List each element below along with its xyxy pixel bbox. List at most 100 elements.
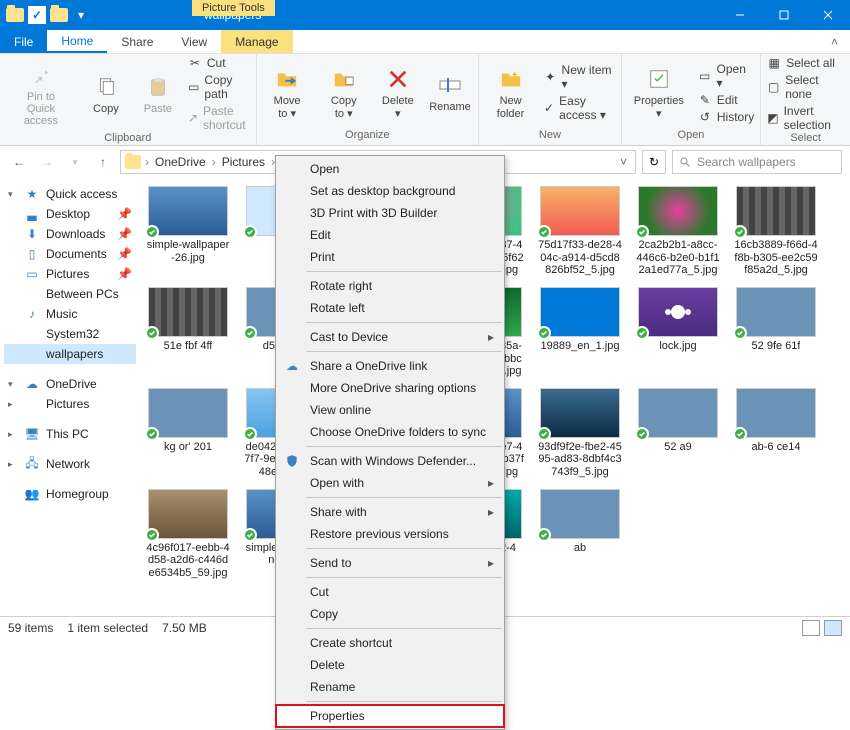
forward-button[interactable]: →	[36, 151, 58, 173]
back-button[interactable]: ←	[8, 151, 30, 173]
file-item[interactable]: 19889_en_1.jpg	[538, 287, 622, 378]
menu-item-rotate-right[interactable]: Rotate right	[276, 275, 504, 297]
search-input[interactable]: Search wallpapers	[672, 150, 842, 174]
file-item[interactable]: 93df9f2e-fbe2-4595-ad83-8dbf4c3743f9_5.j…	[538, 388, 622, 479]
sidebar-item-between-pcs[interactable]: Between PCs	[4, 284, 136, 304]
sidebar-item-homegroup[interactable]: 👥Homegroup	[4, 484, 136, 504]
copy-to-button[interactable]: Copy to ▾	[320, 63, 368, 121]
sidebar-item-this-pc[interactable]: ▸🖥This PC	[4, 424, 136, 444]
rename-button[interactable]: Rename	[428, 69, 472, 115]
menu-item-view-online[interactable]: View online	[276, 399, 504, 421]
menu-item-share-a-onedrive-link[interactable]: ☁Share a OneDrive link	[276, 355, 504, 377]
menu-item-set-as-desktop-background[interactable]: Set as desktop background	[276, 180, 504, 202]
menu-item-3d-print-with-3d-builder[interactable]: 3D Print with 3D Builder	[276, 202, 504, 224]
tab-home[interactable]: Home	[47, 30, 107, 53]
open-button[interactable]: ▭Open ▾	[698, 62, 754, 90]
maximize-button[interactable]	[762, 0, 806, 30]
thumbnails-view-button[interactable]	[824, 620, 842, 636]
paste-shortcut-button[interactable]: ↗Paste shortcut	[188, 104, 250, 132]
sidebar-item-pictures[interactable]: ▭Pictures📌	[4, 264, 136, 284]
menu-item-share-with[interactable]: Share with▸	[276, 501, 504, 523]
menu-item-edit[interactable]: Edit	[276, 224, 504, 246]
up-button[interactable]: ↑	[92, 151, 114, 173]
file-item[interactable]: lock.jpg	[636, 287, 720, 378]
file-item[interactable]: 16cb3889-f66d-4f8b-b305-ee2c59f85a2d_5.j…	[734, 186, 818, 277]
menu-item-cast-to-device[interactable]: Cast to Device▸	[276, 326, 504, 348]
details-view-button[interactable]	[802, 620, 820, 636]
sidebar-item-downloads[interactable]: ⬇Downloads📌	[4, 224, 136, 244]
file-item[interactable]: 51e fbf 4ff	[146, 287, 230, 378]
file-item[interactable]: 52 9fe 61f	[734, 287, 818, 378]
menu-item-label: Rotate right	[310, 279, 372, 293]
sidebar-item-documents[interactable]: ▯Documents📌	[4, 244, 136, 264]
navigation-pane: ▾★Quick access ▃Desktop📌 ⬇Downloads📌 ▯Do…	[0, 178, 140, 616]
collapse-ribbon-button[interactable]: ˄	[819, 35, 850, 49]
menu-item-delete[interactable]: Delete	[276, 654, 504, 676]
menu-item-rotate-left[interactable]: Rotate left	[276, 297, 504, 319]
file-item[interactable]: ab	[538, 489, 622, 580]
menu-item-choose-onedrive-folders-to-sync[interactable]: Choose OneDrive folders to sync	[276, 421, 504, 443]
menu-item-open-with[interactable]: Open with▸	[276, 472, 504, 494]
sidebar-item-desktop[interactable]: ▃Desktop📌	[4, 204, 136, 224]
file-item[interactable]: 2ca2b2b1-a8cc-446c6-b2e0-b1f12a1ed77a_5.…	[636, 186, 720, 277]
copy-path-button[interactable]: ▭Copy path	[188, 73, 250, 101]
refresh-button[interactable]: ↻	[642, 150, 666, 174]
sidebar-item-wallpapers[interactable]: wallpapers	[4, 344, 136, 364]
menu-item-label: Open with	[310, 476, 364, 490]
edit-button[interactable]: ✎Edit	[698, 93, 754, 107]
tab-share[interactable]: Share	[107, 30, 167, 53]
move-to-button[interactable]: Move to ▾	[263, 63, 312, 121]
sidebar-item-network[interactable]: ▸🖧Network	[4, 454, 136, 474]
tab-view[interactable]: View	[167, 30, 221, 53]
copy-to-icon	[330, 65, 358, 93]
easy-access-button[interactable]: ✓Easy access ▾	[544, 94, 615, 122]
menu-item-send-to[interactable]: Send to▸	[276, 552, 504, 574]
copy-button[interactable]: Copy	[84, 71, 128, 117]
new-folder-button[interactable]: New folder	[485, 63, 536, 121]
file-item[interactable]: kg or' 201	[146, 388, 230, 479]
history-button[interactable]: ↺History	[698, 110, 754, 124]
menu-item-create-shortcut[interactable]: Create shortcut	[276, 632, 504, 654]
menu-item-rename[interactable]: Rename	[276, 676, 504, 698]
file-item[interactable]: ab-6 ce14	[734, 388, 818, 479]
sidebar-item-quick-access[interactable]: ▾★Quick access	[4, 184, 136, 204]
breadcrumb[interactable]: OneDrive	[153, 155, 208, 169]
file-item[interactable]: simple-wallpaper-26.jpg	[146, 186, 230, 277]
minimize-button[interactable]	[718, 0, 762, 30]
select-all-button[interactable]: ▦Select all	[767, 56, 844, 70]
close-button[interactable]	[806, 0, 850, 30]
paste-icon	[144, 73, 172, 101]
invert-selection-button[interactable]: ◩Invert selection	[767, 104, 844, 132]
tab-file[interactable]: File	[0, 30, 47, 53]
menu-item-copy[interactable]: Copy	[276, 603, 504, 625]
tab-manage[interactable]: Manage	[221, 30, 292, 53]
menu-item-print[interactable]: Print	[276, 246, 504, 268]
file-item[interactable]: 75d17f33-de28-404c-a914-d5cd8826bf52_5.j…	[538, 186, 622, 277]
homegroup-icon: 👥	[24, 487, 40, 501]
breadcrumb[interactable]: Pictures	[220, 155, 267, 169]
menu-item-scan-with-windows-defender[interactable]: Scan with Windows Defender...	[276, 450, 504, 472]
menu-item-cut[interactable]: Cut	[276, 581, 504, 603]
properties-button[interactable]: Properties ▾	[628, 63, 690, 121]
paste-button[interactable]: Paste	[136, 71, 180, 117]
menu-item-more-onedrive-sharing-options[interactable]: More OneDrive sharing options	[276, 377, 504, 399]
menu-item-restore-previous-versions[interactable]: Restore previous versions	[276, 523, 504, 545]
new-item-button[interactable]: ✦New item ▾	[544, 63, 615, 91]
qat-dropdown[interactable]: ▾	[72, 6, 90, 24]
pin-to-quick-access-button[interactable]: Pin to Quick access	[6, 59, 76, 129]
qat-checkbox[interactable]: ✓	[28, 6, 46, 24]
sidebar-item-pictures-onedrive[interactable]: ▸Pictures	[4, 394, 136, 414]
sidebar-item-music[interactable]: ♪Music	[4, 304, 136, 324]
file-item[interactable]: 52 a9	[636, 388, 720, 479]
select-none-button[interactable]: ▢Select none	[767, 73, 844, 101]
sidebar-item-onedrive[interactable]: ▾☁OneDrive	[4, 374, 136, 394]
cut-button[interactable]: ✂Cut	[188, 56, 250, 70]
menu-item-open[interactable]: Open	[276, 158, 504, 180]
sidebar-item-system32[interactable]: System32	[4, 324, 136, 344]
file-item[interactable]: 4c96f017-eebb-4d58-a2d6-c446de6534b5_59.…	[146, 489, 230, 580]
address-dropdown[interactable]: ˅	[616, 155, 631, 169]
menu-item-label: Create shortcut	[310, 636, 392, 650]
recent-dropdown[interactable]: ▾	[64, 151, 86, 173]
delete-button[interactable]: Delete ▾	[376, 63, 420, 121]
menu-item-properties[interactable]: Properties	[276, 705, 504, 727]
